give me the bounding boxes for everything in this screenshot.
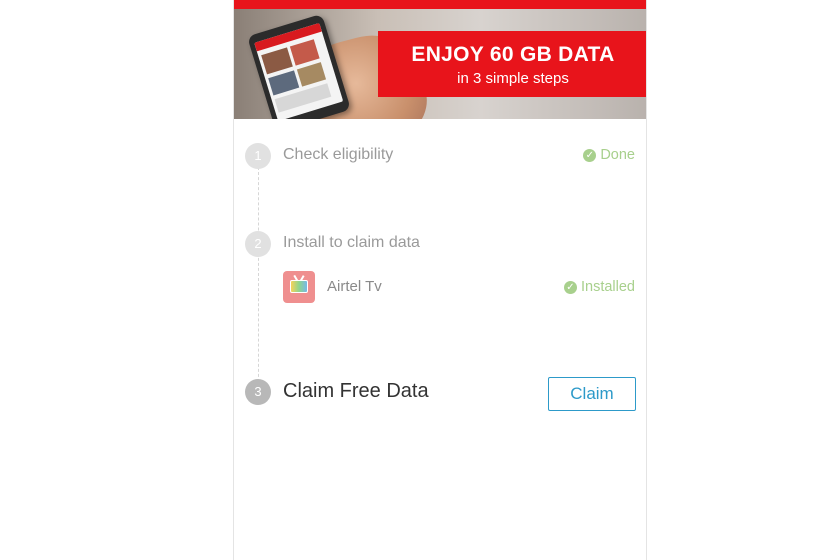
step-2-number: 2 (245, 231, 271, 257)
banner-headline-box: ENJOY 60 GB DATA in 3 simple steps (378, 31, 646, 97)
claim-button[interactable]: Claim (548, 377, 636, 411)
banner-subtitle: in 3 simple steps (457, 70, 569, 87)
banner-title: ENJOY 60 GB DATA (411, 43, 615, 66)
app-name: Airtel Tv (327, 278, 382, 295)
check-circle-icon: ✓ (583, 149, 597, 162)
app-screen: ENJOY 60 GB DATA in 3 simple steps 1 Che… (233, 0, 647, 560)
step-1-status-text: Done (600, 147, 635, 163)
app-install-status: ✓ Installed (563, 279, 635, 295)
phone-illustration (247, 13, 351, 119)
check-circle-icon: ✓ (563, 281, 577, 294)
step-1-status: ✓ Done (583, 147, 635, 163)
top-bar (234, 0, 646, 9)
step-1-label: Check eligibility (283, 146, 394, 163)
app-install-status-text: Installed (580, 279, 635, 295)
step-3-label: Claim Free Data (283, 380, 429, 402)
step-1-number: 1 (245, 143, 271, 169)
promo-banner: ENJOY 60 GB DATA in 3 simple steps (234, 9, 646, 119)
step-3-number: 3 (245, 379, 271, 405)
tv-icon (283, 271, 315, 303)
step-2-label: Install to claim data (283, 234, 420, 251)
timeline-connector (258, 167, 259, 387)
